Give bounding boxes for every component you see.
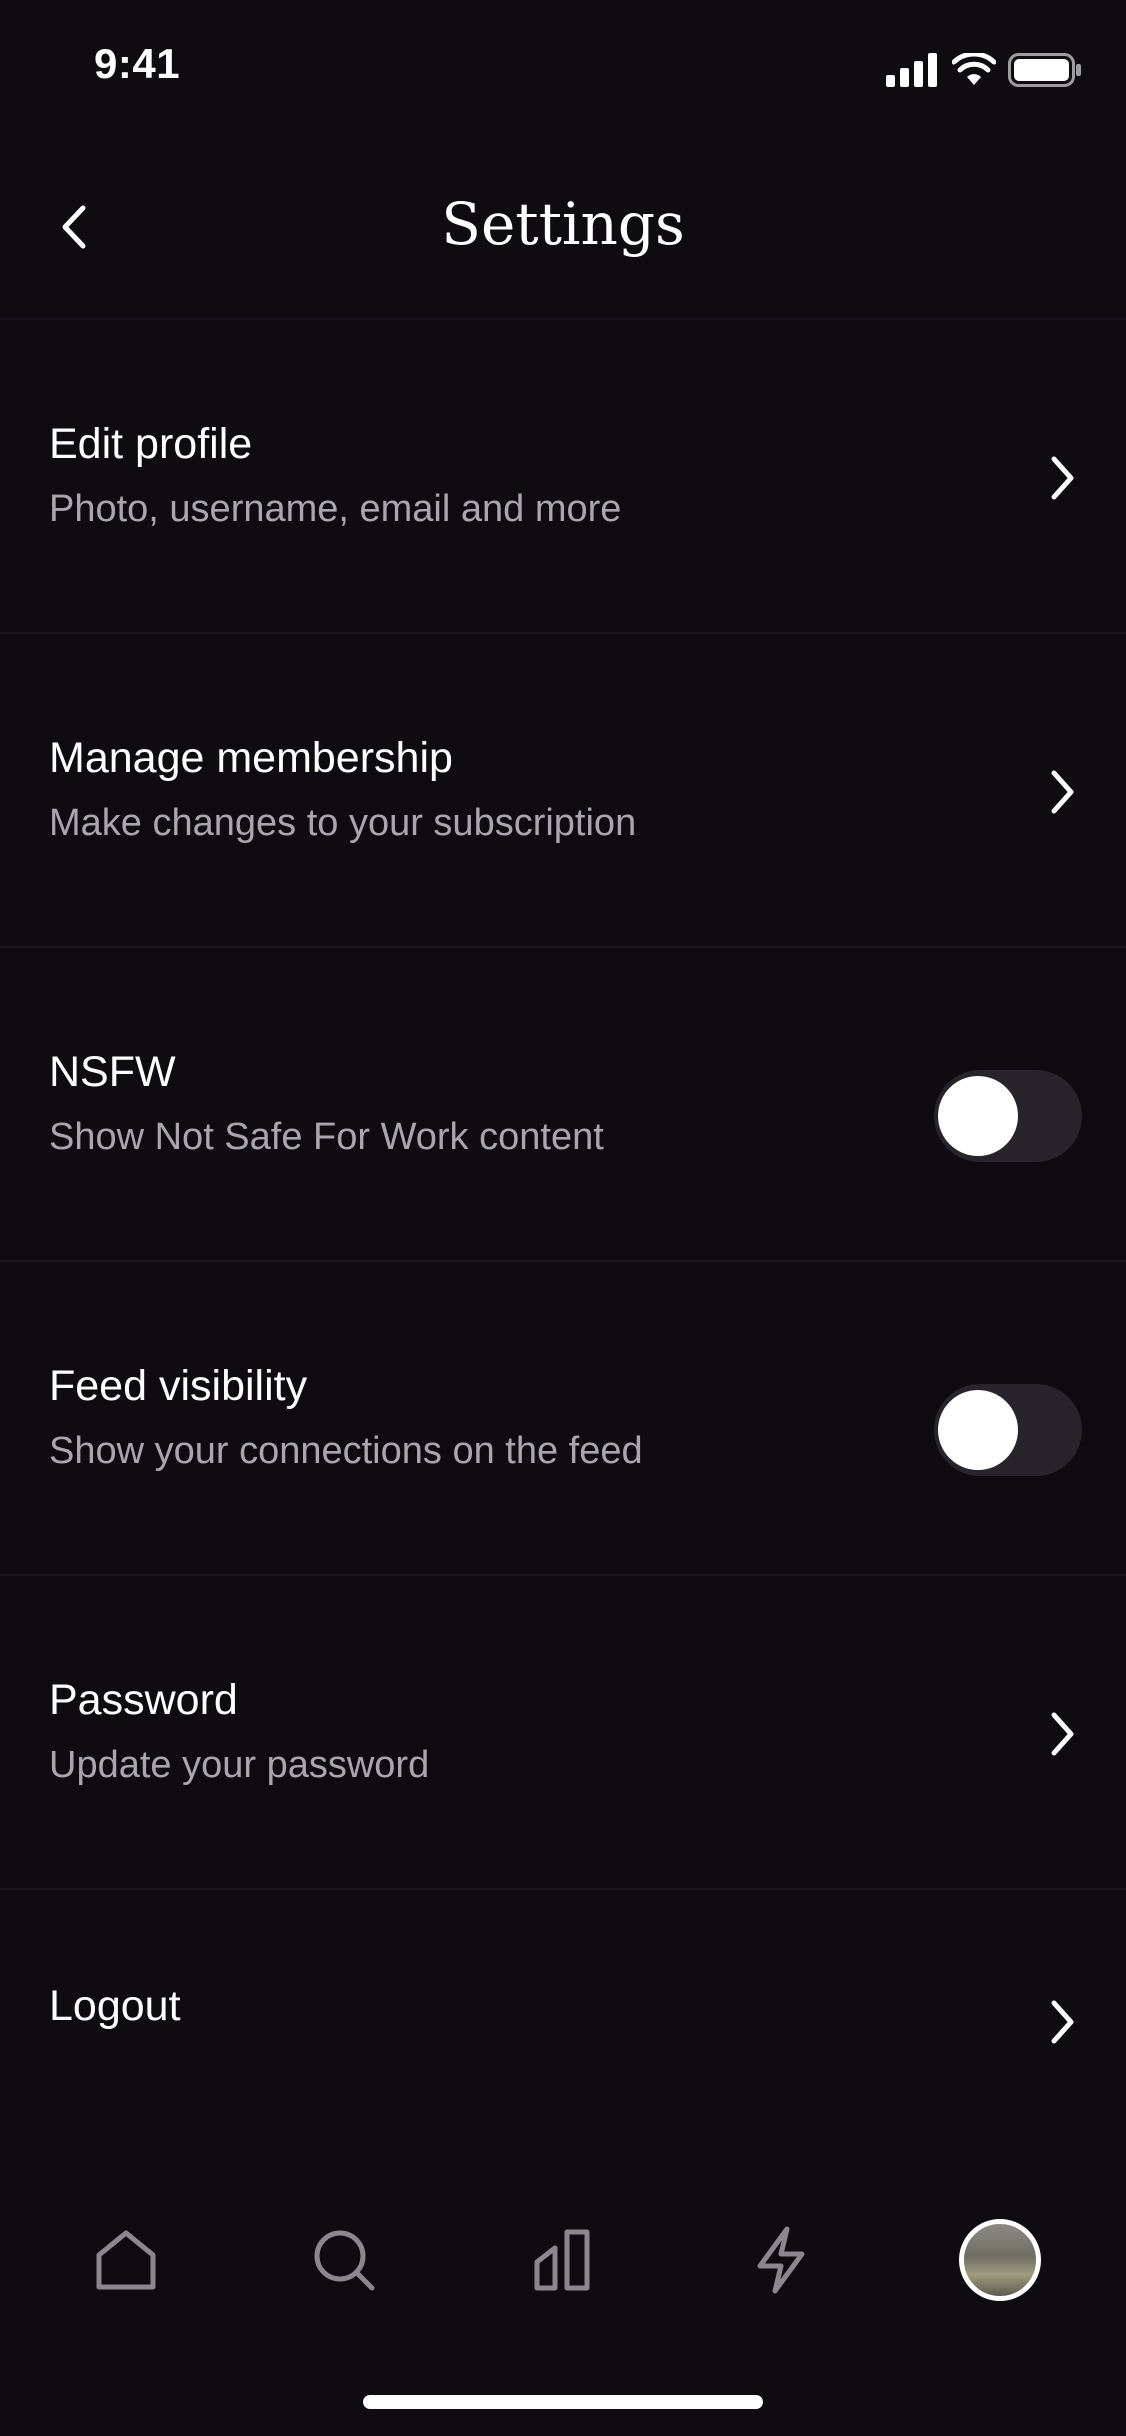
chevron-right-icon xyxy=(1042,764,1082,820)
status-icons xyxy=(886,52,1082,88)
chevron-right-icon xyxy=(1042,450,1082,506)
row-title: Manage membership xyxy=(49,734,453,782)
chevron-right-icon xyxy=(1042,1706,1082,1762)
toggle-knob xyxy=(938,1076,1018,1156)
lightning-icon xyxy=(757,2226,805,2294)
password-row[interactable]: Password Update your password xyxy=(0,1576,1126,1890)
nsfw-toggle[interactable] xyxy=(934,1070,1082,1162)
tab-search[interactable] xyxy=(284,2200,404,2320)
row-title: Password xyxy=(49,1676,238,1724)
row-title: Feed visibility xyxy=(49,1362,308,1410)
tab-bar xyxy=(0,2200,1126,2320)
row-title: Edit profile xyxy=(49,420,253,468)
status-bar: 9:41 xyxy=(0,0,1126,140)
chevron-right-icon xyxy=(1042,1994,1082,2050)
toggle-knob xyxy=(938,1390,1018,1470)
feed-visibility-row: Feed visibility Show your connections on… xyxy=(0,1262,1126,1576)
logout-row[interactable]: Logout xyxy=(0,1890,1126,2190)
wifi-icon xyxy=(952,53,996,85)
home-icon xyxy=(96,2230,156,2290)
feed-visibility-toggle[interactable] xyxy=(934,1384,1082,1476)
tab-activity[interactable] xyxy=(721,2200,841,2320)
home-indicator xyxy=(363,2395,763,2409)
row-subtitle: Show Not Safe For Work content xyxy=(49,1116,604,1158)
search-icon xyxy=(314,2230,375,2291)
tab-profile[interactable] xyxy=(940,2200,1060,2320)
edit-profile-row[interactable]: Edit profile Photo, username, email and … xyxy=(0,320,1126,634)
tab-library[interactable] xyxy=(503,2200,623,2320)
status-time: 9:41 xyxy=(94,40,181,87)
page-title: Settings xyxy=(441,190,685,258)
manage-membership-row[interactable]: Manage membership Make changes to your s… xyxy=(0,634,1126,948)
row-subtitle: Update your password xyxy=(49,1744,430,1786)
row-subtitle: Show your connections on the feed xyxy=(49,1430,643,1472)
row-subtitle: Make changes to your subscription xyxy=(49,802,637,844)
battery-icon xyxy=(1008,53,1081,87)
nsfw-row: NSFW Show Not Safe For Work content xyxy=(0,948,1126,1262)
row-title: NSFW xyxy=(49,1048,176,1096)
settings-list: Edit profile Photo, username, email and … xyxy=(0,320,1126,2190)
row-title: Logout xyxy=(49,1982,181,2030)
avatar xyxy=(959,2219,1041,2301)
header: Settings xyxy=(0,170,1126,290)
cellular-signal-icon xyxy=(886,53,937,87)
tab-home[interactable] xyxy=(66,2200,186,2320)
row-subtitle: Photo, username, email and more xyxy=(49,488,622,530)
library-icon xyxy=(534,2229,590,2291)
